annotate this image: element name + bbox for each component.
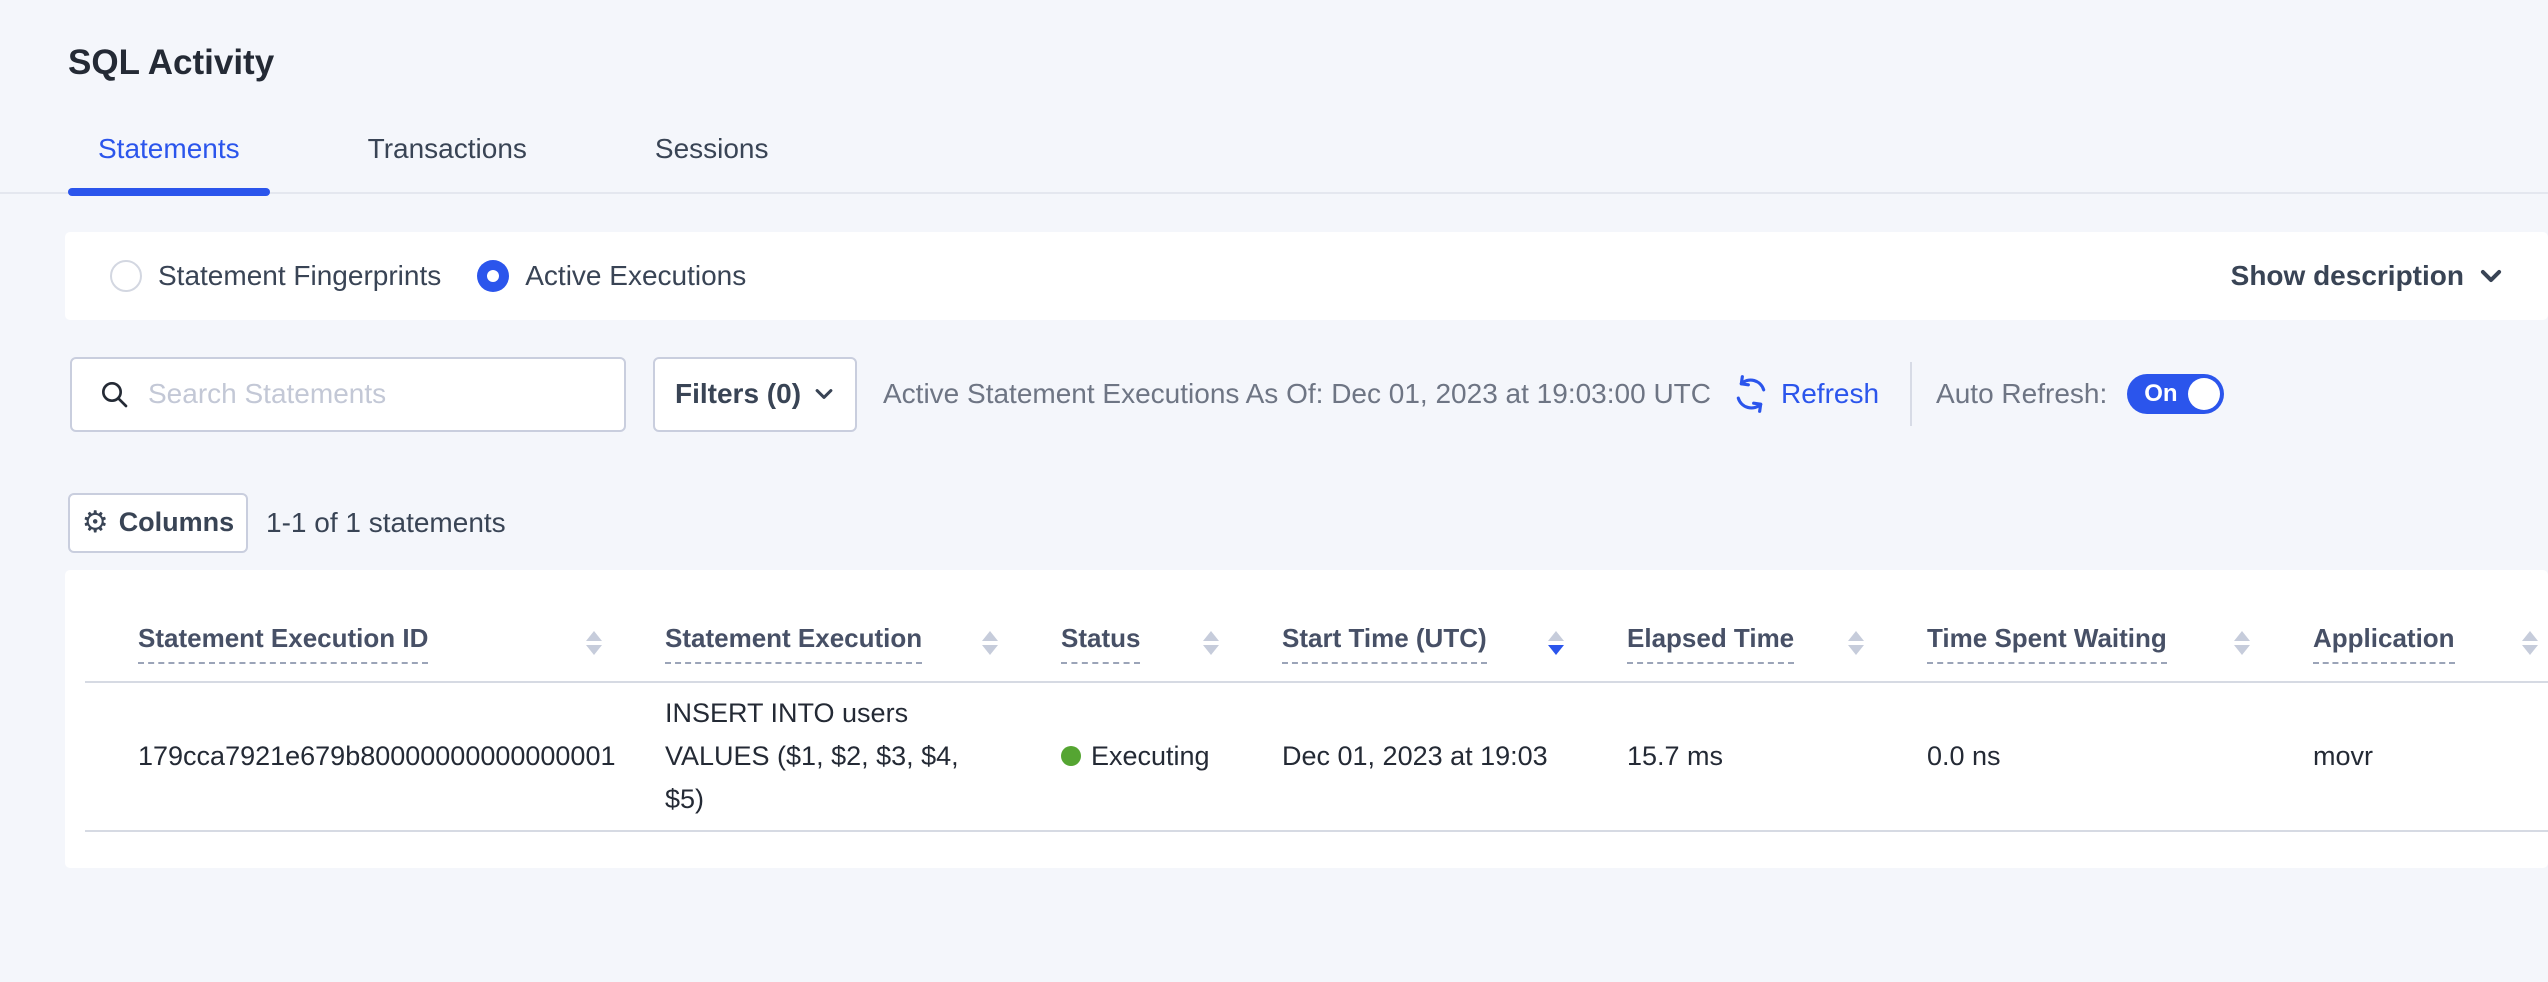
radio-statement-fingerprints[interactable]: Statement Fingerprints <box>110 260 441 292</box>
refresh-button[interactable]: Refresh <box>1731 374 1879 414</box>
tab-statements[interactable]: Statements <box>68 132 270 192</box>
tab-sessions[interactable]: Sessions <box>625 132 799 192</box>
auto-refresh-label: Auto Refresh: <box>1936 378 2107 410</box>
filters-label: Filters (0) <box>675 378 801 410</box>
active-tab-indicator <box>68 188 270 196</box>
cell-execution-id[interactable]: 179cca7921e679b80000000000000001 <box>85 682 612 831</box>
as-of-label: Active Statement Executions As Of: Dec 0… <box>883 378 1711 410</box>
column-label: Elapsed Time <box>1627 623 1794 664</box>
sort-icon <box>586 631 602 655</box>
sort-up-arrow <box>2522 631 2538 641</box>
show-description-toggle[interactable]: Show description <box>2231 260 2504 292</box>
radio-label: Statement Fingerprints <box>158 260 441 292</box>
show-description-label: Show description <box>2231 260 2464 292</box>
column-label: Statement Execution <box>665 623 922 664</box>
refresh-label: Refresh <box>1781 378 1879 410</box>
column-label: Start Time (UTC) <box>1282 623 1487 664</box>
tab-transactions[interactable]: Transactions <box>338 132 557 192</box>
sort-icon <box>1548 631 1564 655</box>
chevron-down-icon <box>2478 263 2504 289</box>
sort-down-arrow <box>586 645 602 655</box>
column-label: Statement Execution ID <box>138 623 428 664</box>
column-header-start-time[interactable]: Start Time (UTC) <box>1229 570 1574 682</box>
sort-icon <box>2522 631 2538 655</box>
sort-down-arrow <box>1548 645 1564 655</box>
sort-up-arrow <box>586 631 602 641</box>
sort-down-arrow <box>1203 645 1219 655</box>
radio-label: Active Executions <box>525 260 746 292</box>
sort-up-arrow <box>1548 631 1564 641</box>
column-header-elapsed-time[interactable]: Elapsed Time <box>1574 570 1874 682</box>
chevron-down-icon <box>813 383 835 405</box>
column-header-statement-execution[interactable]: Statement Execution <box>612 570 1008 682</box>
tab-bar: Statements Transactions Sessions <box>0 132 2548 194</box>
sort-down-arrow <box>1848 645 1864 655</box>
status-dot-icon <box>1061 746 1081 766</box>
search-input[interactable] <box>148 378 588 410</box>
sort-up-arrow <box>1203 631 1219 641</box>
column-label: Status <box>1061 623 1140 664</box>
column-header-statement-execution-id[interactable]: Statement Execution ID <box>85 570 612 682</box>
gear-icon: ⚙ <box>82 508 109 538</box>
sort-icon <box>1848 631 1864 655</box>
radio-unselected-icon <box>110 260 142 292</box>
column-label: Time Spent Waiting <box>1927 623 2167 664</box>
filters-button[interactable]: Filters (0) <box>653 357 857 432</box>
column-header-application[interactable]: Application <box>2260 570 2548 682</box>
cell-status: Executing <box>1008 682 1229 831</box>
cell-elapsed-time: 15.7 ms <box>1574 682 1874 831</box>
table-toolbar: ⚙ Columns 1-1 of 1 statements <box>68 493 2548 553</box>
radio-active-executions[interactable]: Active Executions <box>477 260 746 292</box>
sql-activity-page: SQL Activity Statements Transactions Ses… <box>0 0 2548 982</box>
cell-application: movr <box>2260 682 2548 831</box>
cell-start-time: Dec 01, 2023 at 19:03 <box>1229 682 1574 831</box>
page-title: SQL Activity <box>0 0 2548 86</box>
statements-table: Statement Execution ID Statement Executi… <box>85 570 2548 832</box>
cell-time-spent-waiting: 0.0 ns <box>1874 682 2260 831</box>
refresh-icon <box>1731 374 1771 414</box>
columns-button[interactable]: ⚙ Columns <box>68 493 248 553</box>
toggle-state-label: On <box>2144 380 2177 408</box>
tab-label: Transactions <box>368 133 527 164</box>
columns-label: Columns <box>119 507 235 538</box>
statements-table-card: Statement Execution ID Statement Executi… <box>65 570 2548 868</box>
vertical-divider <box>1910 362 1912 426</box>
cell-statement[interactable]: INSERT INTO users VALUES ($1, $2, $3, $4… <box>612 682 1008 831</box>
radio-selected-icon <box>477 260 509 292</box>
sort-icon <box>982 631 998 655</box>
tab-label: Sessions <box>655 133 769 164</box>
status-label: Executing <box>1091 741 1210 772</box>
search-icon <box>98 378 130 410</box>
sort-up-arrow <box>982 631 998 641</box>
tab-label: Statements <box>98 133 240 164</box>
sort-icon <box>1203 631 1219 655</box>
sort-down-arrow <box>982 645 998 655</box>
search-input-wrapper <box>70 357 626 432</box>
statement-text: INSERT INTO users VALUES ($1, $2, $3, $4… <box>665 692 998 821</box>
column-header-status[interactable]: Status <box>1008 570 1229 682</box>
sort-down-arrow <box>2234 645 2250 655</box>
column-header-time-spent-waiting[interactable]: Time Spent Waiting <box>1874 570 2260 682</box>
controls-row: Filters (0) Active Statement Executions … <box>70 357 2548 432</box>
auto-refresh-toggle[interactable]: On <box>2127 374 2224 414</box>
view-mode-card: Statement Fingerprints Active Executions… <box>65 232 2548 320</box>
column-label: Application <box>2313 623 2455 664</box>
sort-down-arrow <box>2522 645 2538 655</box>
sort-up-arrow <box>1848 631 1864 641</box>
sort-up-arrow <box>2234 631 2250 641</box>
sort-icon <box>2234 631 2250 655</box>
table-row: 179cca7921e679b80000000000000001 INSERT … <box>85 682 2548 831</box>
toggle-knob <box>2188 378 2220 410</box>
table-header-row: Statement Execution ID Statement Executi… <box>85 570 2548 682</box>
results-count: 1-1 of 1 statements <box>266 507 506 539</box>
